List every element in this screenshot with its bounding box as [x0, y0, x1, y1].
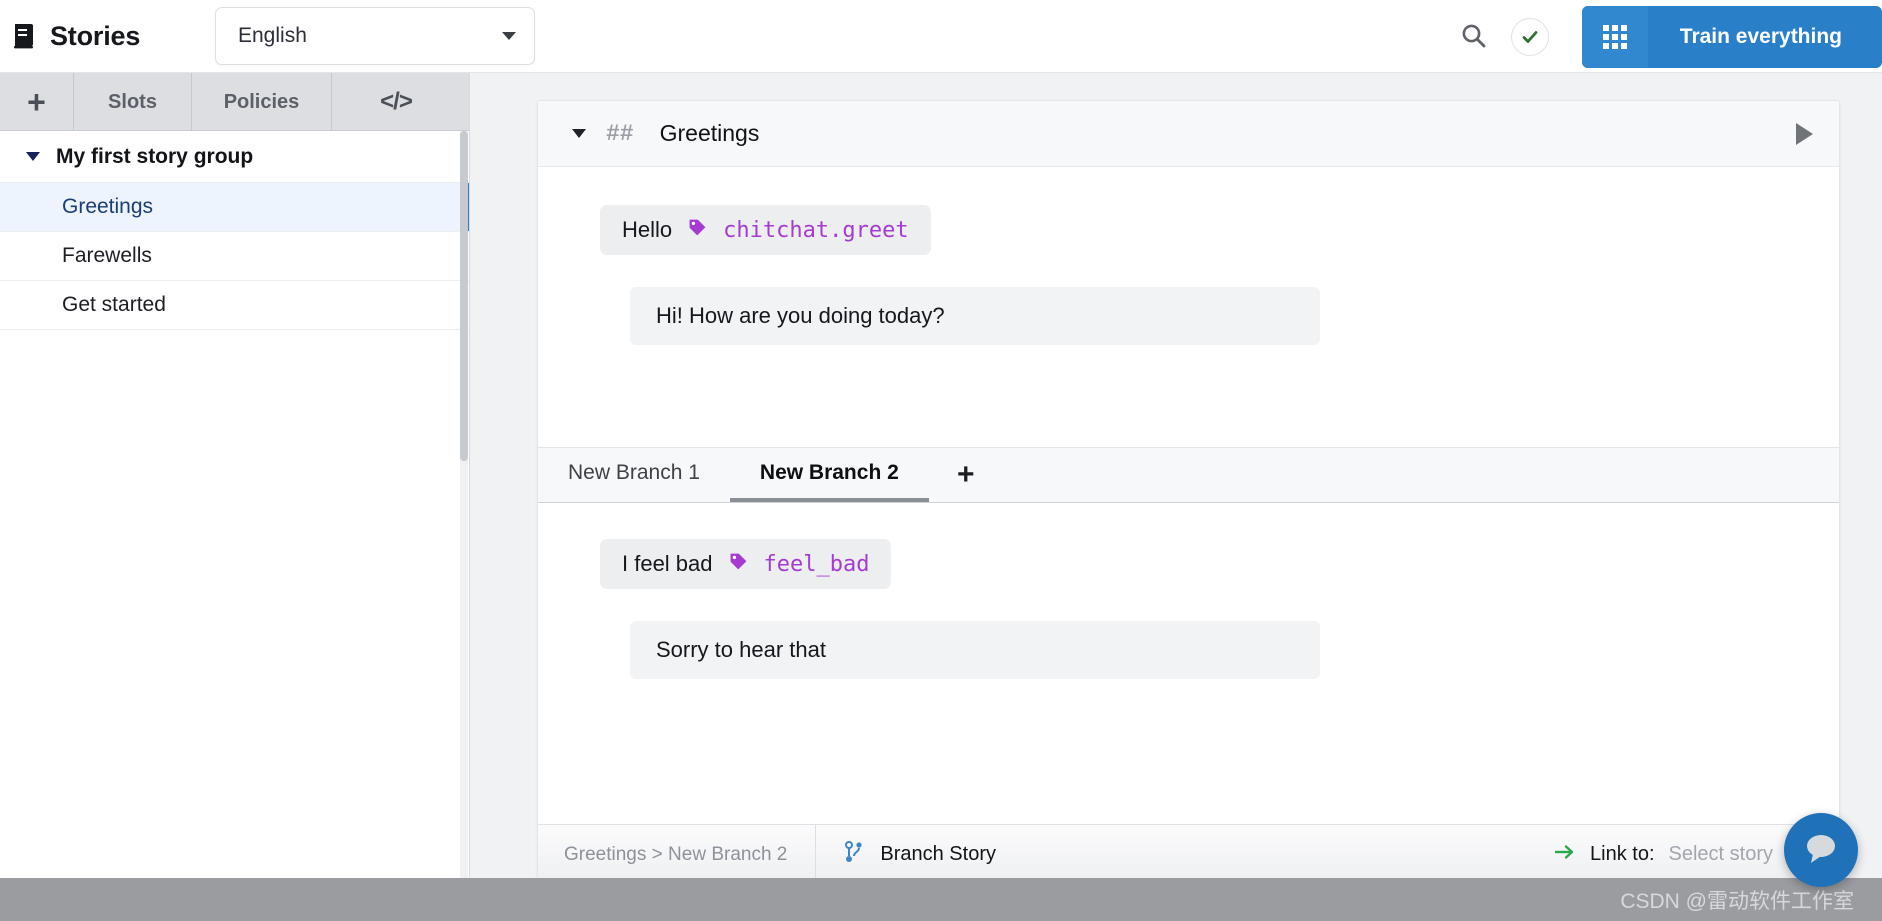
code-icon: </> [380, 88, 413, 115]
brand: Stories [12, 21, 202, 52]
chevron-down-icon [26, 152, 40, 161]
sidebar-item-get-started[interactable]: Get started [0, 281, 469, 330]
branch-tab-new-branch-2[interactable]: New Branch 2 [729, 447, 929, 502]
branch-user-intent-label: feel_bad [763, 551, 870, 577]
story-group-label: My first story group [56, 144, 254, 168]
sidebar-tab-code[interactable]: </> [332, 73, 460, 131]
bot-message-text: Hi! How are you doing today? [656, 303, 945, 328]
sidebar-item-farewells[interactable]: Farewells [0, 232, 469, 281]
plus-icon: + [957, 457, 975, 491]
breadcrumb: Greetings > New Branch 2 [538, 824, 817, 885]
bot-message-bubble[interactable]: Hi! How are you doing today? [630, 287, 1320, 345]
main-content: ## Greetings Hello chitchat.greet Hi! Ho… [470, 73, 1882, 921]
sidebar-tab-policies-label: Policies [223, 90, 300, 113]
language-value: English [238, 24, 307, 47]
story-group-row[interactable]: My first story group [0, 131, 469, 183]
branch-story-button[interactable]: Branch Story [816, 825, 1024, 885]
branch-bot-message-text: Sorry to hear that [656, 637, 826, 662]
branch-tab-new-branch-1[interactable]: New Branch 1 [538, 447, 730, 502]
branch-story-label: Branch Story [880, 843, 996, 865]
watermark-bar: CSDN @雷动软件工作室 [0, 878, 1882, 921]
story-main-steps: Hello chitchat.greet Hi! How are you doi… [538, 167, 1839, 447]
train-everything-label: Train everything [1679, 24, 1842, 48]
branch-user-message-text: I feel bad [622, 551, 713, 576]
story-status-bar: Greetings > New Branch 2 Branch Story Li… [538, 824, 1839, 885]
sidebar: + Slots Policies </> My first story grou… [0, 73, 470, 921]
chat-bubble-icon [1801, 830, 1841, 871]
story-hash-marker: ## [606, 120, 634, 147]
branch-tab-label: New Branch 2 [759, 460, 899, 484]
branch-tab-label: New Branch 1 [568, 461, 700, 484]
plus-icon: + [27, 84, 46, 120]
sidebar-item-greetings[interactable]: Greetings [0, 183, 469, 232]
user-intent-label: chitchat.greet [723, 217, 909, 243]
link-to-label: Link to: [1590, 843, 1655, 865]
arrow-right-icon [1554, 843, 1576, 866]
train-everything-button[interactable]: Train everything [1581, 5, 1882, 68]
top-bar: Stories English Train everything [0, 0, 1882, 73]
check-circle-icon [1510, 17, 1549, 56]
watermark-text: CSDN @雷动软件工作室 [1620, 889, 1854, 913]
top-bar-actions: Train everything [1446, 0, 1882, 73]
sidebar-tab-slots[interactable]: Slots [74, 73, 192, 131]
story-card-header: ## Greetings [538, 101, 1839, 167]
select-story-dropdown[interactable]: Select story [1669, 843, 1773, 866]
branch-user-message-chip[interactable]: I feel bad feel_bad [600, 539, 892, 589]
sidebar-item-label: Farewells [62, 244, 152, 267]
grid-icon [1581, 5, 1648, 68]
branch-steps: I feel bad feel_bad Sorry to hear that [538, 503, 1839, 824]
language-select[interactable]: English [215, 7, 535, 65]
chevron-down-icon [502, 32, 516, 40]
training-status-button[interactable] [1502, 9, 1558, 65]
sidebar-item-label: Get started [62, 293, 166, 316]
sidebar-scrollbar-thumb[interactable] [460, 131, 468, 461]
sidebar-toolbar: + Slots Policies </> [0, 73, 469, 131]
add-branch-button[interactable]: + [929, 447, 1003, 502]
chat-widget-button[interactable] [1784, 813, 1858, 887]
story-title[interactable]: Greetings [660, 120, 1796, 147]
app-root: Stories English Train everything + Slots… [0, 0, 1882, 921]
tag-icon [688, 218, 707, 242]
search-button[interactable] [1446, 9, 1502, 65]
user-message-text: Hello [622, 217, 673, 242]
sidebar-item-label: Greetings [62, 195, 154, 218]
branch-bot-message-bubble[interactable]: Sorry to hear that [630, 621, 1320, 679]
play-icon[interactable] [1796, 122, 1813, 145]
git-branch-icon [844, 840, 864, 869]
branch-tab-bar: New Branch 1 New Branch 2 + [538, 447, 1839, 503]
tag-icon [729, 552, 748, 576]
sidebar-scrollbar[interactable] [460, 131, 468, 921]
search-icon [1460, 22, 1487, 52]
sidebar-add-button[interactable]: + [0, 73, 74, 131]
collapse-chevron-icon[interactable] [572, 129, 586, 138]
book-icon [12, 23, 36, 49]
sidebar-tab-policies[interactable]: Policies [192, 73, 332, 131]
sidebar-tab-slots-label: Slots [108, 90, 157, 113]
story-card: ## Greetings Hello chitchat.greet Hi! Ho… [537, 100, 1840, 885]
page-title: Stories [50, 20, 141, 51]
user-message-chip[interactable]: Hello chitchat.greet [600, 205, 931, 255]
